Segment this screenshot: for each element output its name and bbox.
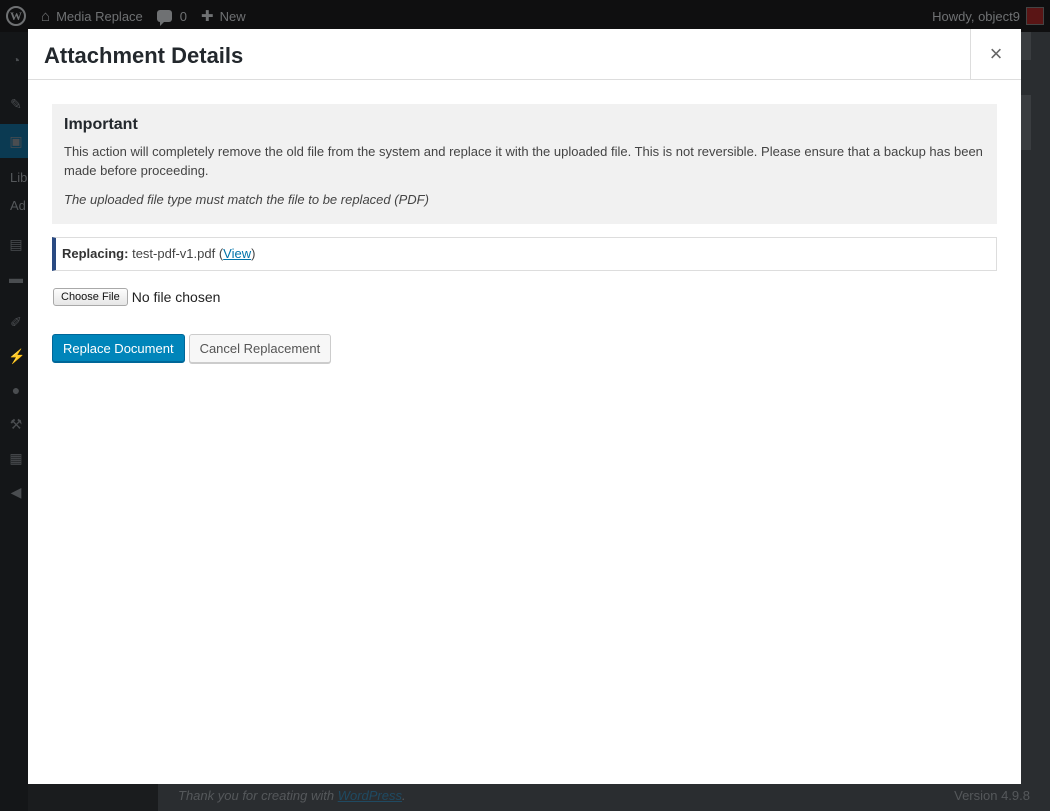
home-icon: ⌂ bbox=[41, 7, 51, 25]
media-menu-active[interactable]: ▣ bbox=[0, 124, 28, 158]
add-new-submenu-item[interactable]: Ad bbox=[10, 198, 26, 213]
settings-icon[interactable]: ▦ bbox=[8, 450, 24, 466]
plus-icon: ✚ bbox=[201, 8, 214, 25]
site-name: Media Replace bbox=[56, 8, 143, 24]
notice-heading: Important bbox=[64, 116, 138, 133]
pages-icon[interactable]: ▤ bbox=[8, 236, 24, 252]
wordpress-logo-menu[interactable]: W bbox=[0, 0, 32, 32]
pin-icon[interactable]: ✎ bbox=[8, 96, 24, 112]
file-type-note: The uploaded file type must match the fi… bbox=[64, 192, 429, 207]
replacing-info: Replacing: test-pdf-v1.pdf (View) bbox=[52, 237, 997, 271]
modal-title: Attachment Details bbox=[44, 43, 244, 68]
comments-icon[interactable]: ▬ bbox=[8, 270, 24, 286]
close-icon: × bbox=[989, 41, 1003, 66]
background-field bbox=[1021, 32, 1031, 60]
comments-count: 0 bbox=[179, 8, 188, 24]
wordpress-link[interactable]: WordPress bbox=[338, 788, 402, 803]
replacing-label: Replacing: bbox=[62, 246, 129, 261]
close-paren: ) bbox=[251, 246, 256, 261]
avatar bbox=[1026, 7, 1044, 25]
library-submenu-item[interactable]: Lib bbox=[10, 170, 27, 185]
footer-version: Version 4.9.8 bbox=[954, 788, 1030, 803]
footer-thanks: Thank you for creating with WordPress. bbox=[178, 788, 406, 803]
appearance-icon[interactable]: ✐ bbox=[8, 314, 24, 330]
replace-document-button[interactable]: Replace Document bbox=[52, 334, 185, 363]
file-status: No file chosen bbox=[131, 289, 221, 305]
admin-side-menu: ◔ ✎ ▣ Lib Ad ▤ ▬ ✐ ⚡ ● ⚒ ▦ ◀ bbox=[0, 32, 28, 811]
dashboard-icon[interactable]: ◔ bbox=[8, 52, 24, 68]
admin-footer: Thank you for creating with WordPress. V… bbox=[158, 784, 1050, 811]
footer-thanks-suffix: . bbox=[402, 788, 406, 803]
site-name-menu[interactable]: ⌂ Media Replace bbox=[34, 0, 150, 32]
choose-file-button[interactable]: Choose File bbox=[53, 288, 128, 306]
footer-thanks-prefix: Thank you for creating with bbox=[178, 788, 335, 803]
new-content-menu[interactable]: ✚ New bbox=[194, 0, 253, 32]
admin-bar: W ⌂ Media Replace 0 ✚ New Howdy, object9 bbox=[0, 0, 1050, 32]
cancel-replacement-button[interactable]: Cancel Replacement bbox=[188, 334, 332, 363]
comments-menu[interactable]: 0 bbox=[150, 0, 194, 32]
users-icon[interactable]: ● bbox=[8, 382, 24, 398]
my-account-menu[interactable]: Howdy, object9 bbox=[932, 7, 1050, 25]
collapse-menu-icon[interactable]: ◀ bbox=[8, 484, 24, 500]
wordpress-logo-icon: W bbox=[6, 6, 26, 26]
action-buttons: Replace Document Cancel Replacement bbox=[52, 334, 332, 363]
view-file-link[interactable]: View bbox=[223, 246, 251, 261]
replacing-filename: test-pdf-v1.pdf bbox=[132, 246, 216, 261]
important-notice: Important This action will completely re… bbox=[52, 104, 997, 224]
background-panel bbox=[1021, 95, 1031, 150]
file-input: Choose File No file chosen bbox=[53, 288, 220, 306]
comment-bubble-icon bbox=[156, 10, 172, 26]
plugins-icon[interactable]: ⚡ bbox=[8, 348, 25, 364]
close-button[interactable]: × bbox=[970, 29, 1021, 79]
media-icon: ▣ bbox=[9, 133, 23, 149]
attachment-details-modal: Attachment Details × Important This acti… bbox=[28, 29, 1021, 784]
tools-icon[interactable]: ⚒ bbox=[8, 416, 24, 432]
modal-header: Attachment Details × bbox=[28, 29, 1021, 80]
new-label: New bbox=[219, 8, 246, 24]
greeting: Howdy, object9 bbox=[932, 8, 1020, 24]
notice-text: This action will completely remove the o… bbox=[64, 144, 983, 178]
